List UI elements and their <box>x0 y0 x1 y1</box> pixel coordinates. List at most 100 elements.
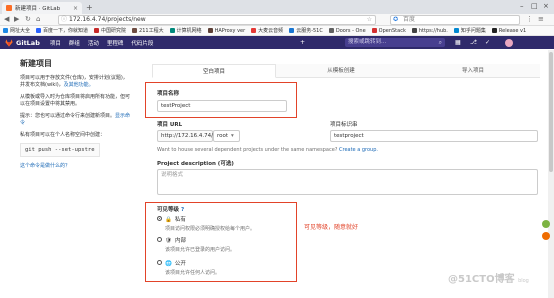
bookmark-label: HAProxy ver <box>214 27 246 34</box>
help-icon[interactable]: ? <box>181 207 184 213</box>
browser-toolbar: ◀ ▶ ↻ ⌂ ⓘ 172.16.4.74/projects/new ☆ ✪ 百… <box>0 14 554 26</box>
radio-public[interactable] <box>157 260 162 265</box>
project-url-label: 项目 URL <box>157 122 183 128</box>
bookmark-item[interactable]: 计算机网络 <box>169 27 202 34</box>
side-widget-orange-icon[interactable] <box>542 232 550 240</box>
project-slug-input[interactable]: testproject <box>330 130 538 142</box>
cli-tip: 提示：您也可以通过命令行来创建新项目。显示命令 <box>20 113 132 127</box>
bookmark-item[interactable]: 百度一下，你就知道 <box>36 27 88 34</box>
what-does-this-do-link[interactable]: 这个命令是做什么的？ <box>20 163 70 169</box>
gitlab-logo-icon[interactable] <box>5 38 13 47</box>
nav-milestones[interactable]: 里程碑 <box>107 39 124 47</box>
bookmark-label: Doors - One <box>335 27 366 34</box>
private-note: 私有项目可以在个人名称空间中创建： <box>20 132 106 138</box>
bookmark-favicon-icon <box>411 28 417 33</box>
bookmark-star-icon[interactable]: ☆ <box>367 16 372 24</box>
description-label: Project description (可选) <box>157 161 234 167</box>
chevron-down-icon: ▾ <box>231 133 234 139</box>
nav-groups[interactable]: 群组 <box>69 39 80 47</box>
gitlab-brand[interactable]: GitLab <box>16 39 40 47</box>
tab-blank-project[interactable]: 空白项目 <box>152 64 276 78</box>
side-widget-green-icon[interactable] <box>542 220 550 228</box>
bookmark-item[interactable]: HAProxy ver <box>207 27 246 34</box>
create-group-link[interactable]: Create a group. <box>339 147 378 153</box>
bookmark-item[interactable]: 知乎问题集 <box>453 27 486 34</box>
internal-title: 内部 <box>174 238 186 244</box>
project-name-input[interactable]: testProject <box>157 100 287 112</box>
bookmark-item[interactable]: 网址大全 <box>3 27 30 34</box>
bookmark-label: 网址大全 <box>10 28 31 34</box>
bookmark-favicon-icon <box>453 28 459 33</box>
namespace-select[interactable]: root ▾ <box>213 130 240 142</box>
intro-text: 项目可以用于存放文件(仓库)，安排计划(议题)，并发布文档(wiki)，及其他功… <box>20 75 132 89</box>
project-tabs: 空白项目 从模板创建 导入项目 <box>152 64 540 78</box>
visibility-option-private[interactable]: 🔒 私有 项目访问权限必须明确授权给每个用户。 <box>157 215 255 232</box>
avatar[interactable] <box>505 38 513 47</box>
plus-icon[interactable]: + <box>300 39 305 46</box>
bookmark-item[interactable]: https://hub. <box>411 27 448 34</box>
todos-icon[interactable]: ✓ <box>485 39 490 46</box>
reload-icon[interactable]: ↻ <box>25 15 31 23</box>
back-icon[interactable]: ◀ <box>4 15 9 23</box>
bookmark-label: https://hub. <box>418 27 448 34</box>
gitlab-search-input[interactable]: 搜索或跳转到... ⌕ <box>345 38 445 47</box>
bookmark-favicon-icon <box>289 28 295 33</box>
lock-icon: 🔒 <box>165 217 172 223</box>
tab-import-project[interactable]: 导入项目 <box>406 64 540 78</box>
watermark: @51CTO博客 blog <box>448 270 529 285</box>
namespace-hint: Want to house several dependent projects… <box>157 147 378 153</box>
page-title: 新建项目 <box>20 59 52 68</box>
radio-private[interactable] <box>157 216 162 221</box>
address-bar[interactable]: ⓘ 172.16.4.74/projects/new ☆ <box>58 15 376 25</box>
new-tab-icon[interactable]: + <box>86 3 93 12</box>
nav-snippets[interactable]: 代码片段 <box>131 39 153 47</box>
extensions-icon[interactable]: ⋮ <box>526 15 533 23</box>
left-column: 新建项目 项目可以用于存放文件(仓库)，安排计划(议题)，并发布文档(wiki)… <box>20 58 132 175</box>
close-window-icon[interactable]: × <box>543 2 549 10</box>
bookmark-item[interactable]: OpenStack <box>371 28 406 34</box>
browser-tabbar: 新建项目 · GitLab × + – □ × <box>0 0 554 14</box>
radio-internal[interactable] <box>157 237 162 242</box>
visibility-label: 可见等级? <box>157 205 184 213</box>
bookmark-favicon-icon <box>94 28 100 33</box>
browser-search-box[interactable]: ✪ 百度 <box>390 15 520 25</box>
visibility-label-text: 可见等级 <box>157 207 180 213</box>
minimize-icon[interactable]: – <box>520 2 524 10</box>
scrollbar-thumb[interactable] <box>549 52 553 172</box>
description-textarea[interactable]: 说明格式 <box>157 169 538 195</box>
bookmark-item[interactable]: 云服务-51C <box>289 27 323 34</box>
bookmark-favicon-icon <box>328 28 334 33</box>
tab-from-template[interactable]: 从模板创建 <box>276 64 406 78</box>
browser-tab[interactable]: 新建项目 · GitLab × <box>2 2 82 14</box>
forward-icon[interactable]: ▶ <box>14 15 19 23</box>
nav-activity[interactable]: 活动 <box>88 39 99 47</box>
maximize-icon[interactable]: □ <box>531 2 538 10</box>
bookmark-label: 大麦云音频 <box>258 28 284 34</box>
more-features-link[interactable]: 及其他功能。 <box>64 82 94 88</box>
bookmark-item[interactable]: Doors - One <box>328 27 366 34</box>
tab-close-icon[interactable]: × <box>73 5 78 12</box>
gitlab-navbar: GitLab 项目 群组 活动 里程碑 代码片段 + 搜索或跳转到... ⌕ ▦… <box>0 36 554 49</box>
bookmark-label: 知乎问题集 <box>460 28 486 34</box>
menu-icon[interactable]: ≡ <box>538 15 544 23</box>
bookmark-item[interactable]: 大麦云音频 <box>251 27 283 34</box>
bookmark-favicon-icon <box>36 28 42 33</box>
issues-icon[interactable]: ▦ <box>455 39 461 46</box>
bookmark-item[interactable]: 中国研究院 <box>94 27 126 34</box>
template-note: 从模板或导入时为仓库项目将启用所有功能，但可以在项目设置中将其禁用。 <box>20 94 131 107</box>
bookmark-item[interactable]: 211工程大 <box>132 27 164 34</box>
bookmark-label: 百度一下，你就知道 <box>43 28 89 34</box>
watermark-sub: blog <box>518 278 529 284</box>
bookmark-favicon-icon <box>491 28 497 33</box>
search-engine-label: 百度 <box>403 16 416 23</box>
bookmark-favicon-icon <box>207 28 213 33</box>
bookmark-item[interactable]: Release v1 <box>491 28 526 34</box>
annotation-note: 可见等级，随意就好 <box>304 224 359 231</box>
visibility-option-internal[interactable]: 🛡 内部 该项目允许已登录的用户访问。 <box>157 236 235 253</box>
home-icon[interactable]: ⌂ <box>36 15 40 23</box>
merge-requests-icon[interactable]: ⎇ <box>470 39 477 46</box>
nav-projects[interactable]: 项目 <box>50 39 61 47</box>
search-icon: ⌕ <box>438 39 442 46</box>
visibility-option-public[interactable]: 🌐 公开 该项目允许任何人访问。 <box>157 259 220 276</box>
bookmark-favicon-icon <box>3 28 8 33</box>
